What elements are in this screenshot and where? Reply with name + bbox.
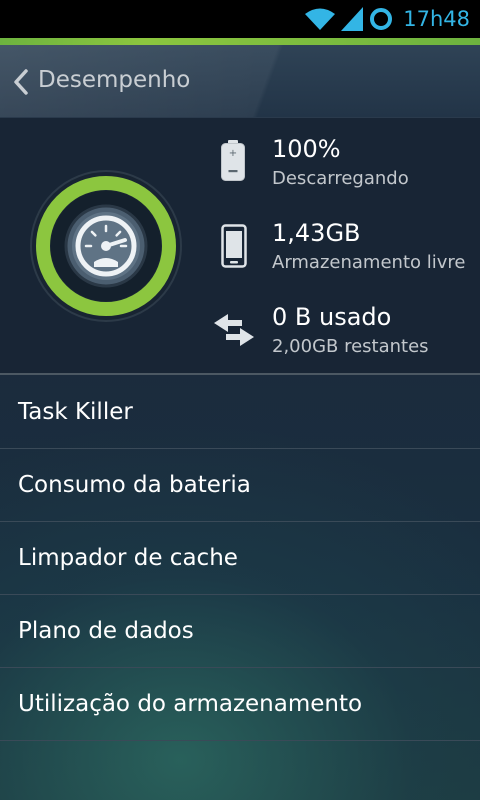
wifi-icon (305, 8, 336, 30)
status-icons: 17h48 (305, 5, 470, 33)
data-transfer-icon (214, 314, 254, 346)
status-bar: 17h48 (0, 0, 480, 38)
storage-stat[interactable]: 1,43GB Armazenamento livre (272, 219, 465, 275)
storage-value: 1,43GB (272, 219, 361, 247)
app-screen: 17h48 Desempenho + 100% Descarregando 1,… (0, 0, 480, 800)
sync-ring-icon (370, 8, 393, 30)
battery-stat[interactable]: 100% Descarregando (272, 135, 409, 191)
status-time: 17h48 (403, 7, 470, 31)
storage-label: Armazenamento livre (272, 252, 466, 273)
menu-item-storage-usage[interactable]: Utilização do armazenamento (0, 668, 480, 741)
data-value: 0 B usado (272, 303, 392, 331)
header-bar: Desempenho (0, 45, 480, 118)
signal-icon (341, 7, 364, 31)
menu-item-task-killer[interactable]: Task Killer (0, 375, 480, 449)
battery-label: Descarregando (272, 168, 409, 189)
phone-icon (221, 224, 247, 268)
svg-text:+: + (229, 148, 237, 159)
menu-item-data-plan[interactable]: Plano de dados (0, 595, 480, 668)
menu-item-cache-cleaner[interactable]: Limpador de cache (0, 522, 480, 595)
chevron-left-icon[interactable] (11, 69, 31, 95)
accent-bar (0, 38, 480, 45)
feature-list: Task Killer Consumo da bateria Limpador … (0, 375, 480, 741)
speedometer-icon (75, 215, 137, 277)
page-title[interactable]: Desempenho (38, 67, 190, 93)
menu-item-battery-usage[interactable]: Consumo da bateria (0, 449, 480, 522)
data-stat[interactable]: 0 B usado 2,00GB restantes (272, 303, 429, 359)
performance-gauge[interactable] (30, 170, 182, 322)
battery-value: 100% (272, 135, 341, 163)
performance-summary: + 100% Descarregando 1,43GB Armazenament… (0, 118, 480, 374)
battery-icon: + (221, 140, 245, 181)
data-label: 2,00GB restantes (272, 336, 429, 357)
